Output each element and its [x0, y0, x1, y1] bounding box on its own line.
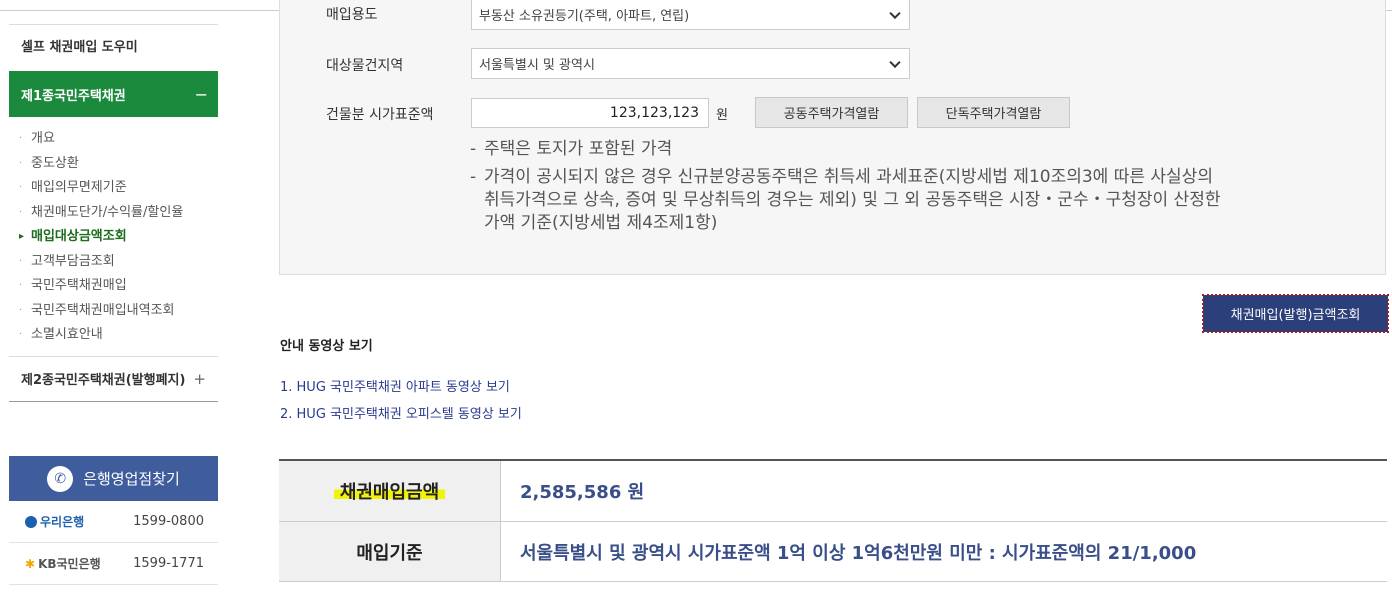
- sidebar-item[interactable]: · 개요: [19, 127, 218, 152]
- bank-name: KB국민은행: [38, 557, 101, 571]
- bullet-icon: ·: [19, 157, 23, 169]
- house-price-lookup-button[interactable]: 단독주택가격열람: [917, 97, 1070, 128]
- woori-logo-icon: [25, 515, 37, 528]
- bullet-icon: ·: [19, 255, 23, 267]
- region-label: 대상물건지역: [326, 58, 404, 74]
- note-continuation: 취득가격으로 상속, 증여 및 무상취득의 경우는 제외) 및 그 외 공동주택…: [484, 190, 1221, 210]
- sidebar-item-label: 매입의무면제기준: [31, 180, 127, 195]
- bank-name: 우리은행: [40, 515, 85, 529]
- sidebar-item[interactable]: · 소멸시효안내: [19, 323, 218, 348]
- result-header: 채권매입금액: [279, 461, 501, 521]
- sidebar-item[interactable]: · 고객부담금조회: [19, 250, 218, 275]
- result-table: 채권매입금액 2,585,586 원 매입기준 서울특별시 및 광역시 시가표준…: [279, 459, 1387, 582]
- bullet-icon: ·: [19, 133, 23, 144]
- note-continuation: 가액 기준(지방세법 제4조제1항): [484, 213, 718, 233]
- chevron-down-icon: [889, 7, 901, 19]
- chevron-down-icon: [889, 56, 901, 68]
- purpose-select[interactable]: 부동산 소유권등기(주택, 아파트, 연립): [471, 0, 910, 30]
- kb-bank-logo: ✱ KB국민은행: [25, 555, 101, 572]
- bank-phone: 1599-1771: [133, 556, 204, 571]
- sidebar-menu: · 개요 · 중도상환 · 매입의무면제기준 · 채권매도단가/수익률/할인율 ▸ 매입대상금액조…: [9, 117, 218, 356]
- video-link-officetel[interactable]: 2. HUG 국민주택채권 오피스텔 동영상 보기: [280, 403, 522, 422]
- bullet-icon: ·: [19, 280, 23, 291]
- branch-finder-title: 은행영업점찾기: [83, 470, 180, 488]
- price-input[interactable]: 123,123,123: [471, 98, 709, 128]
- sidebar-item-label: 매입대상금액조회: [31, 229, 127, 244]
- sidebar-item-label: 국민주택채권매입: [31, 278, 127, 293]
- price-unit: 원: [716, 108, 728, 123]
- region-select[interactable]: 서울특별시 및 광역시: [471, 48, 910, 79]
- sidebar-item[interactable]: ▸ 매입대상금액조회: [19, 225, 218, 250]
- apt-price-lookup-button[interactable]: 공동주택가격열람: [755, 97, 908, 128]
- sidebar-section-label: 제1종국민주택채권: [21, 88, 126, 104]
- sidebar-section-label: 제2종국민주택채권(발행폐지): [21, 373, 186, 388]
- branch-finder-button[interactable]: ✆ 은행영업점찾기: [9, 456, 218, 501]
- sidebar-item-label: 고객부담금조회: [31, 253, 115, 269]
- sidebar-section-bond1[interactable]: 제1종국민주택채권 −: [9, 71, 218, 117]
- collapse-icon: −: [194, 84, 208, 104]
- sidebar-item[interactable]: · 매입의무면제기준: [19, 176, 218, 201]
- expand-icon: +: [193, 369, 206, 388]
- sidebar-item-label: 소멸시효안내: [31, 327, 103, 342]
- form-panel: [279, 0, 1386, 275]
- sidebar-item[interactable]: · 국민주택채권매입내역조회: [19, 299, 218, 324]
- phone-icon: ✆: [47, 465, 74, 492]
- purpose-label: 매입용도: [326, 7, 378, 23]
- branch-finder: ✆ 은행영업점찾기 우리은행 1599-0800 ✱ KB국민은행 1599-17…: [9, 456, 218, 585]
- sidebar-item[interactable]: · 국민주택채권매입: [19, 274, 218, 299]
- sidebar-item[interactable]: · 중도상환: [19, 152, 218, 177]
- sidebar-item-label: 국민주택채권매입내역조회: [31, 302, 175, 318]
- note-dash: -: [470, 167, 477, 187]
- note-item: - 가격이 공시되지 않은 경우 신규분양공동주택은 취득세 과세표준(지방세법 …: [470, 166, 1213, 189]
- sidebar-item[interactable]: · 채권매도단가/수익률/할인율: [19, 201, 218, 226]
- note-item: - 주택은 토지가 포함된 가격: [470, 138, 672, 161]
- region-select-value: 서울특별시 및 광역시: [479, 58, 595, 73]
- purpose-select-value: 부동산 소유권등기(주택, 아파트, 연립): [479, 9, 690, 24]
- sidebar: 셀프 채권매입 도우미 제1종국민주택채권 − · 개요 · 중도상환 · 매입의무면제기…: [9, 24, 218, 402]
- price-label: 건물분 시가표준액: [326, 107, 434, 123]
- bond-amount-search-button[interactable]: 채권매입(발행)금액조회: [1202, 294, 1389, 333]
- current-marker-icon: ▸: [19, 231, 25, 242]
- result-row-basis: 매입기준 서울특별시 및 광역시 시가표준액 1억 이상 1억6천만원 미만 :…: [279, 522, 1387, 582]
- bank-phone: 1599-0800: [133, 514, 204, 529]
- video-section-title: 안내 동영상 보기: [280, 339, 373, 354]
- result-row-amount: 채권매입금액 2,585,586 원: [279, 461, 1387, 522]
- basis-value: 서울특별시 및 광역시 시가표준액 1억 이상 1억6천만원 미만 : 시가표준…: [520, 542, 1197, 564]
- bullet-icon: ·: [19, 329, 23, 340]
- sidebar-item-label: 채권매도단가/수익률/할인율: [31, 204, 184, 220]
- bank-row: 우리은행 1599-0800: [9, 501, 218, 543]
- note-text: 주택은 토지가 포함된 가격: [484, 139, 673, 159]
- bullet-icon: ·: [19, 304, 23, 316]
- sidebar-item-label: 중도상환: [31, 155, 79, 171]
- kb-logo-icon: ✱: [25, 556, 36, 571]
- bank-row: ✱ KB국민은행 1599-1771: [9, 543, 218, 585]
- sidebar-section-bond2[interactable]: 제2종국민주택채권(발행폐지) +: [9, 355, 218, 402]
- sidebar-title: 셀프 채권매입 도우미: [21, 40, 138, 55]
- woori-bank-logo: 우리은행: [25, 513, 84, 530]
- note-text: 가격이 공시되지 않은 경우 신규분양공동주택은 취득세 과세표준(지방세법 제…: [484, 167, 1213, 187]
- amount-label: 채권매입금액: [333, 478, 446, 504]
- amount-value: 2,585,586 원: [520, 482, 645, 503]
- note-dash: -: [470, 139, 477, 159]
- bullet-icon: ·: [19, 182, 23, 193]
- bullet-icon: ·: [19, 206, 23, 218]
- basis-label: 매입기준: [279, 522, 501, 581]
- sidebar-item-label: 개요: [31, 131, 55, 146]
- video-link-apartment[interactable]: 1. HUG 국민주택채권 아파트 동영상 보기: [280, 376, 510, 395]
